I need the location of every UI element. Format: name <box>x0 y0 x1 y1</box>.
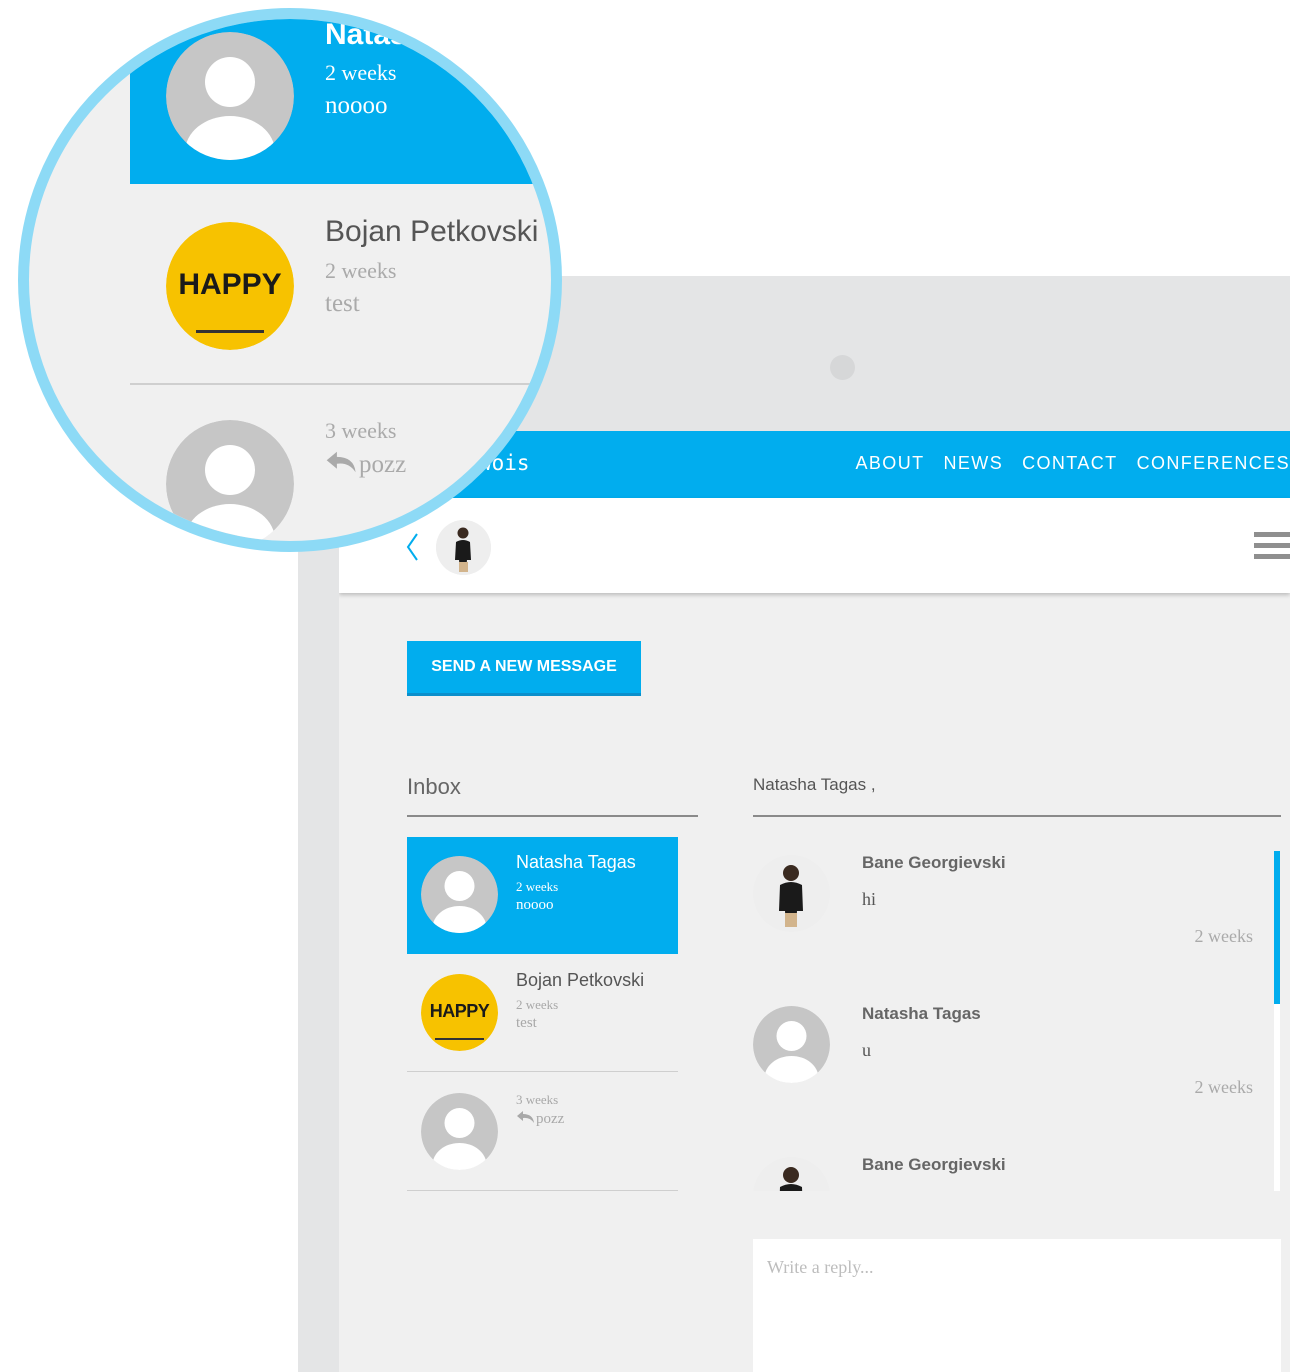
nav-link-conferences[interactable]: CONFERENCES <box>1137 453 1290 474</box>
thread-preview-row: pozz <box>516 1110 564 1128</box>
magnified-thread-preview: noooo <box>325 92 388 119</box>
message-author: Bane Georgievski <box>862 853 1006 872</box>
default-avatar-icon <box>753 1006 830 1083</box>
magnifier-content: Natas 2 weeks noooo HAPPY Bojan Petkovsk… <box>29 18 551 541</box>
message-text: hi <box>862 889 877 909</box>
happy-logo-text: HAPPY <box>429 1001 490 1021</box>
nav-link-news[interactable]: NEWS <box>944 453 1004 474</box>
inbox-title: Inbox <box>407 774 461 799</box>
default-avatar-icon <box>421 856 498 933</box>
message-item: Natasha Tagas u 2 weeks <box>753 992 1253 1143</box>
default-avatar-icon <box>421 1093 498 1170</box>
inbox-thread-bojan[interactable]: HAPPY Bojan Petkovski 2 weeks test <box>407 955 678 1072</box>
thread-preview: test <box>516 1015 537 1031</box>
scrollbar-thumb[interactable] <box>1274 851 1280 1004</box>
nav-links: ABOUT NEWS CONTACT CONFERENCES <box>855 453 1290 474</box>
conversation-title: Natasha Tagas , <box>753 775 876 794</box>
send-new-message-button[interactable]: SEND A NEW MESSAGE <box>407 641 641 696</box>
message-author: Bane Georgievski <box>862 1155 1006 1174</box>
magnified-thread-name: Bojan Petkovski <box>325 215 539 248</box>
hamburger-menu-icon[interactable] <box>1254 532 1290 565</box>
zoom-magnifier: Natas 2 weeks noooo HAPPY Bojan Petkovsk… <box>18 8 562 552</box>
magnified-thread-time: 2 weeks <box>325 60 397 85</box>
message-time: 2 weeks <box>1194 926 1253 946</box>
default-avatar-icon <box>166 32 294 160</box>
nav-link-contact[interactable]: CONTACT <box>1022 453 1117 474</box>
magnified-thread-preview-row: pozz <box>325 450 406 479</box>
thread-divider <box>407 1190 678 1191</box>
inbox-thread-natasha[interactable]: Natasha Tagas 2 weeks noooo <box>407 837 678 954</box>
thread-time: 2 weeks <box>516 997 559 1012</box>
magnified-thread-time: 2 weeks <box>325 258 397 283</box>
magnified-divider <box>130 383 551 385</box>
magnified-thread-preview: pozz <box>359 451 407 478</box>
user-avatar <box>753 855 830 932</box>
message-item: Bane Georgievski hi 2 weeks <box>753 841 1253 992</box>
message-item: Bane Georgievski <box>753 1143 1253 1191</box>
message-scrollbar[interactable] <box>1274 851 1280 1191</box>
thread-preview: noooo <box>516 897 554 913</box>
message-text: u <box>862 1040 871 1060</box>
reply-arrow-icon <box>326 451 356 473</box>
happy-logo-icon: HAPPY <box>166 222 294 350</box>
app-screen: wois ABOUT NEWS CONTACT CONFERENCES SEND… <box>339 431 1290 1372</box>
magnified-thread-preview: test <box>325 290 360 317</box>
message-list: Bane Georgievski hi 2 weeks Natasha Taga… <box>753 841 1273 1191</box>
nav-link-about[interactable]: ABOUT <box>855 453 924 474</box>
thread-preview: pozz <box>536 1111 565 1127</box>
thread-name: Bojan Petkovski <box>516 970 645 990</box>
inbox-thread-3[interactable]: 3 weeks pozz <box>407 1074 678 1191</box>
happy-logo-text: HAPPY <box>178 268 282 301</box>
reply-input[interactable] <box>753 1239 1281 1372</box>
thread-divider <box>407 1071 678 1072</box>
default-avatar-icon <box>166 420 294 541</box>
magnified-thread-name: Natas <box>325 18 407 51</box>
conversation-divider <box>753 815 1281 817</box>
magnified-thread-time: 3 weeks <box>325 418 397 443</box>
user-avatar <box>753 1157 830 1191</box>
thread-name: Natasha Tagas <box>516 852 636 872</box>
inbox-divider <box>407 815 698 817</box>
camera-dot <box>830 355 855 380</box>
message-author: Natasha Tagas <box>862 1004 981 1023</box>
thread-time: 2 weeks <box>516 879 559 894</box>
reply-arrow-icon <box>517 1111 534 1123</box>
message-time: 2 weeks <box>1194 1077 1253 1097</box>
thread-time: 3 weeks <box>516 1092 559 1107</box>
happy-logo-icon: HAPPY <box>421 974 498 1051</box>
